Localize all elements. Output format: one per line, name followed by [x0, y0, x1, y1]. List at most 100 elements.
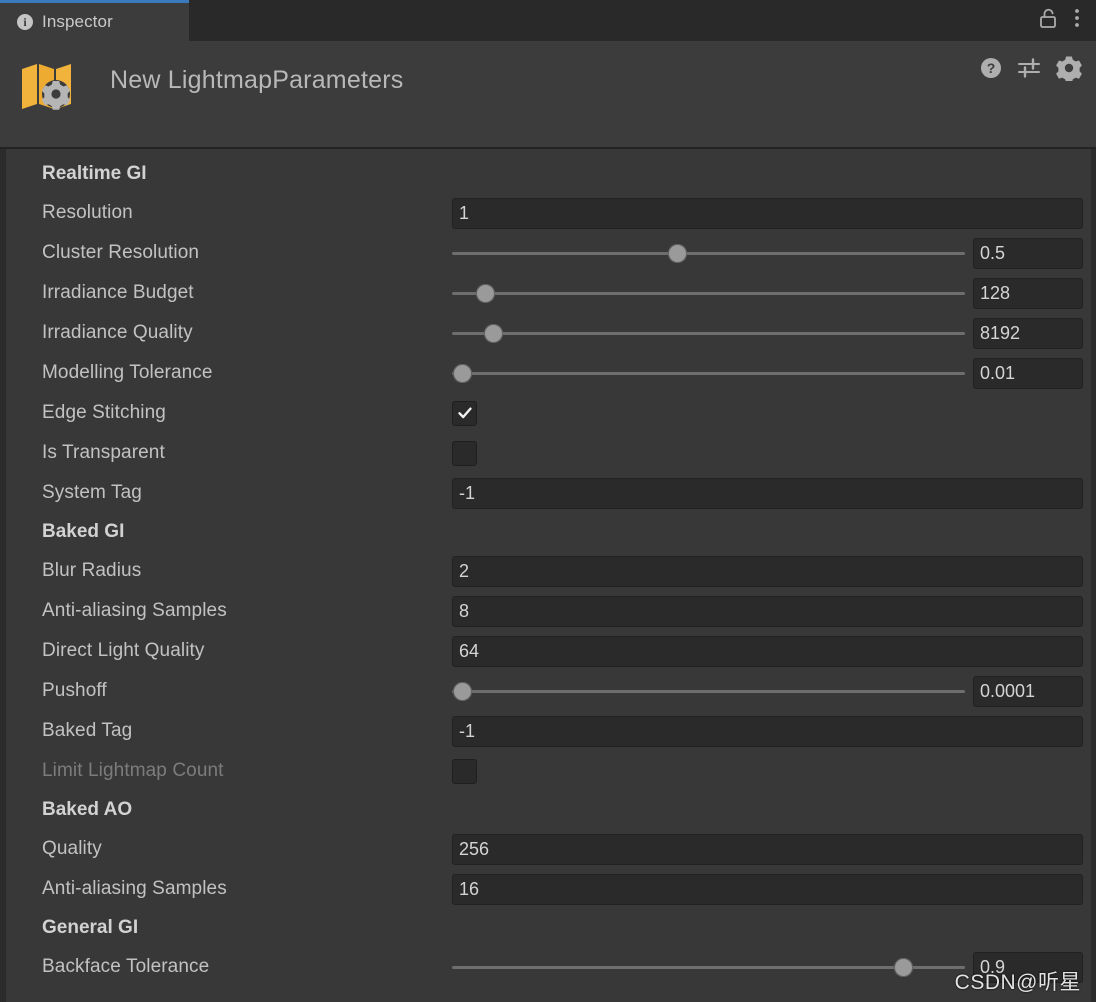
help-icon[interactable]: ?: [980, 57, 1002, 84]
lock-icon[interactable]: [1038, 7, 1058, 34]
slider-handle[interactable]: [475, 283, 495, 303]
slider-track: [452, 252, 965, 255]
property-row: Irradiance Quality 8192: [6, 313, 1091, 353]
slider-value-field[interactable]: 0.0001: [973, 675, 1083, 707]
slider-handle[interactable]: [893, 957, 913, 977]
property-label: Modelling Tolerance: [42, 362, 213, 383]
gear-icon[interactable]: [1056, 55, 1082, 86]
property-control: [452, 758, 1091, 784]
slider-control[interactable]: [452, 239, 965, 267]
kebab-menu-icon[interactable]: [1074, 7, 1080, 34]
property-row: Edge Stitching: [6, 393, 1091, 433]
slider-track: [452, 690, 965, 693]
preset-icon[interactable]: [1017, 57, 1041, 84]
slider-handle[interactable]: [483, 323, 503, 343]
property-row: Baked Tag -1: [6, 711, 1091, 751]
property-label: Pushoff: [42, 680, 107, 701]
property-control: 128: [452, 277, 1091, 309]
checkbox-toggle[interactable]: [452, 400, 477, 426]
text-field[interactable]: 8: [452, 595, 1083, 627]
property-row: Cluster Resolution 0.5: [6, 233, 1091, 273]
property-label: Blur Radius: [42, 560, 142, 581]
property-label: Limit Lightmap Count: [42, 760, 224, 781]
section-header: General GI: [6, 909, 1091, 947]
text-field[interactable]: 64: [452, 635, 1083, 667]
slider-value-field[interactable]: 8192: [973, 317, 1083, 349]
property-control: 0.0001: [452, 675, 1091, 707]
slider-control[interactable]: [452, 359, 965, 387]
checkbox-toggle[interactable]: [452, 758, 477, 784]
section-title: Realtime GI: [42, 163, 147, 184]
property-control: [452, 440, 1091, 466]
property-label: Irradiance Quality: [42, 322, 193, 343]
section-title: General GI: [42, 917, 139, 938]
property-label: Backface Tolerance: [42, 956, 210, 977]
slider-track: [452, 292, 965, 295]
property-control: 256: [452, 833, 1091, 865]
text-field[interactable]: 1: [452, 197, 1083, 229]
tab-inspector[interactable]: i Inspector: [0, 0, 189, 41]
slider-control[interactable]: [452, 319, 965, 347]
property-row: System Tag -1: [6, 473, 1091, 513]
property-control: [452, 400, 1091, 426]
slider-track: [452, 372, 965, 375]
property-control: 0.5: [452, 237, 1091, 269]
asset-header-actions: ?: [980, 41, 1096, 99]
property-row: Backface Tolerance 0.9: [6, 947, 1091, 987]
slider-track: [452, 332, 965, 335]
asset-header: New LightmapParameters ?: [0, 41, 1096, 149]
slider-value-field[interactable]: 0.5: [973, 237, 1083, 269]
property-control: 2: [452, 555, 1091, 587]
slider-value-field[interactable]: 128: [973, 277, 1083, 309]
checkbox-toggle[interactable]: [452, 440, 477, 466]
slider-handle[interactable]: [452, 363, 472, 383]
property-row: Modelling Tolerance 0.01: [6, 353, 1091, 393]
slider-handle[interactable]: [668, 243, 688, 263]
tab-inspector-label: Inspector: [42, 12, 113, 31]
property-row: Quality 256: [6, 829, 1091, 869]
slider-handle[interactable]: [452, 681, 472, 701]
tab-strip-actions: [1038, 0, 1096, 41]
slider-control[interactable]: [452, 953, 965, 981]
property-row: Resolution 1: [6, 193, 1091, 233]
property-label: Anti-aliasing Samples: [42, 600, 227, 621]
property-label: Baked Tag: [42, 720, 133, 741]
property-label: Is Transparent: [42, 442, 165, 463]
property-control: 1: [452, 197, 1091, 229]
property-label: Edge Stitching: [42, 402, 166, 423]
property-label: System Tag: [42, 482, 142, 503]
property-control: -1: [452, 477, 1091, 509]
property-row: Anti-aliasing Samples 16: [6, 869, 1091, 909]
property-row: Direct Light Quality 64: [6, 631, 1091, 671]
section-header: Baked GI: [6, 513, 1091, 551]
text-field[interactable]: 2: [452, 555, 1083, 587]
text-field[interactable]: 256: [452, 833, 1083, 865]
property-label: Cluster Resolution: [42, 242, 200, 263]
property-label: Resolution: [42, 202, 133, 223]
property-control: -1: [452, 715, 1091, 747]
info-icon: i: [17, 14, 33, 30]
slider-control[interactable]: [452, 677, 965, 705]
text-field[interactable]: -1: [452, 715, 1083, 747]
slider-value-field[interactable]: 0.9: [973, 951, 1083, 983]
section-title: Baked GI: [42, 521, 125, 542]
slider-control[interactable]: [452, 279, 965, 307]
property-control: 64: [452, 635, 1091, 667]
property-row: Pushoff 0.0001: [6, 671, 1091, 711]
property-label: Quality: [42, 838, 102, 859]
inspector-body: Realtime GI Resolution 1 Cluster Resolution…: [0, 149, 1096, 1002]
property-row: Anti-aliasing Samples 8: [6, 591, 1091, 631]
text-field[interactable]: -1: [452, 477, 1083, 509]
property-control: 0.9: [452, 951, 1091, 983]
property-label: Anti-aliasing Samples: [42, 878, 227, 899]
property-control: 16: [452, 873, 1091, 905]
property-control: 8: [452, 595, 1091, 627]
slider-track: [452, 966, 965, 969]
section-header: Realtime GI: [6, 155, 1091, 193]
lightmap-parameters-icon: [16, 55, 80, 119]
svg-text:?: ?: [987, 60, 996, 76]
text-field[interactable]: 16: [452, 873, 1083, 905]
property-control: 0.01: [452, 357, 1091, 389]
slider-value-field[interactable]: 0.01: [973, 357, 1083, 389]
property-row: Blur Radius 2: [6, 551, 1091, 591]
